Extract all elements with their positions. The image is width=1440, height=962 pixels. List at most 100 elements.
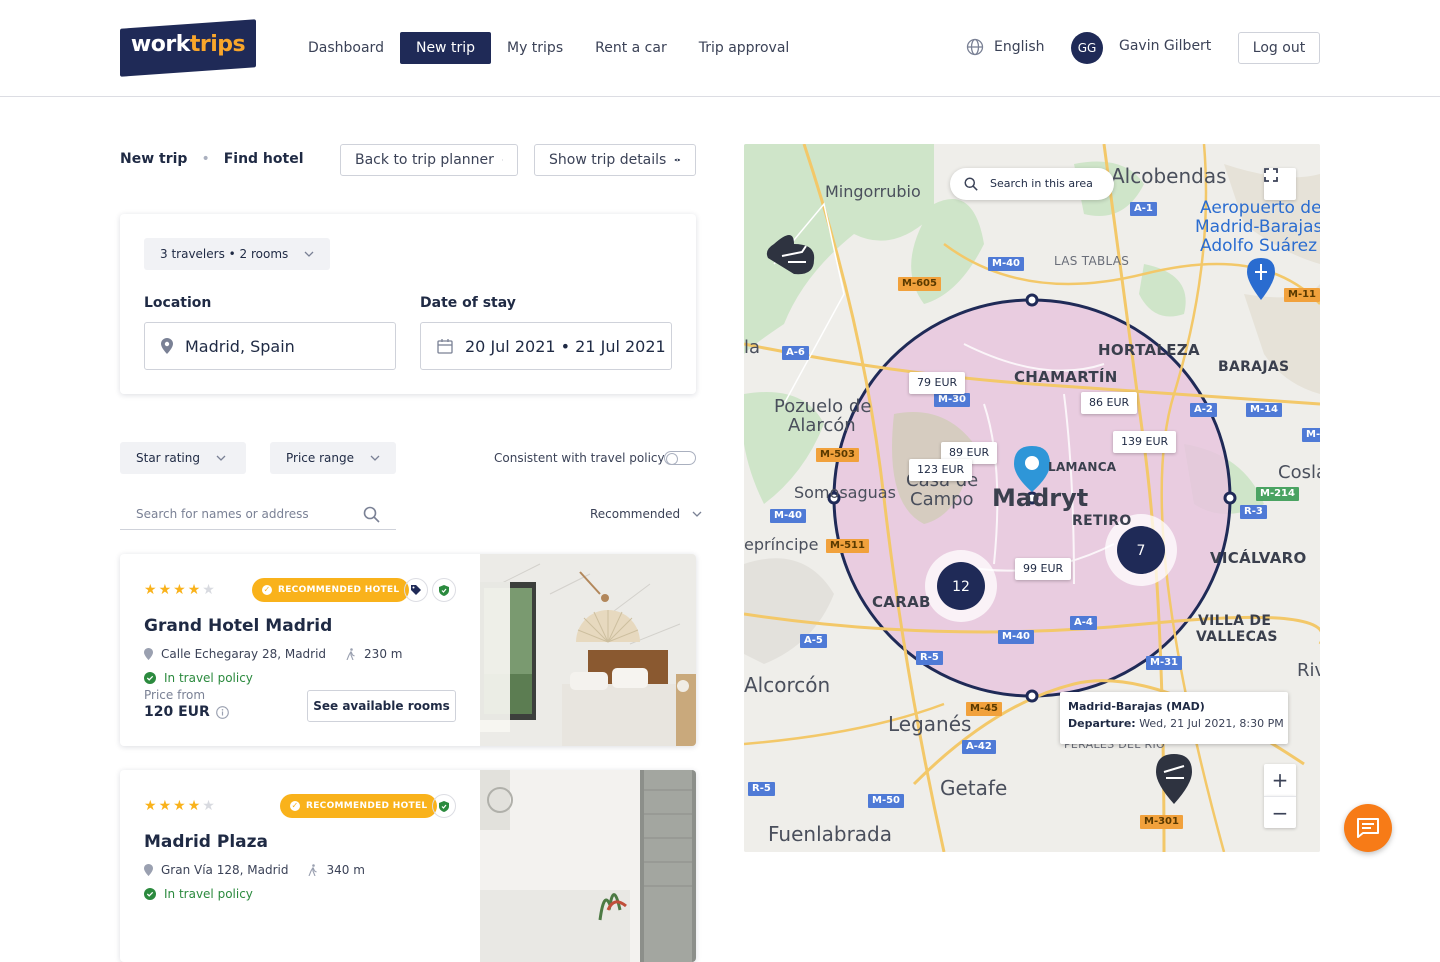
map-label-carabanchel: CARAB — [872, 593, 931, 611]
hotel-cluster-7[interactable]: 7 — [1137, 543, 1146, 559]
price-range-label: Price range — [286, 451, 354, 465]
hotel-map[interactable]: 12 7 Mingorrubio Alcobendas Aeropuerto d… — [744, 144, 1320, 852]
hotel-name[interactable]: Madrid Plaza — [144, 832, 268, 852]
hotel-price-value: 120 EUR — [144, 704, 210, 720]
nav-dashboard[interactable]: Dashboard — [292, 32, 400, 64]
in-travel-policy-status: In travel policy — [144, 887, 253, 901]
price-range-filter[interactable]: Price range — [270, 442, 396, 474]
map-label-getafe: Getafe — [940, 776, 1008, 800]
map-label-salamanca: LAMANCA — [1048, 460, 1117, 474]
fullscreen-button[interactable] — [1264, 168, 1296, 200]
location-value: Madrid, Spain — [185, 336, 295, 356]
nav-rent-a-car[interactable]: Rent a car — [579, 32, 683, 64]
search-this-area-button[interactable]: Search in this area — [950, 168, 1114, 200]
main-nav: Dashboard New trip My trips Rent a car T… — [292, 32, 805, 64]
policy-shield-badge — [432, 794, 456, 818]
map-label-leganes: Leganés — [888, 712, 972, 736]
hotel-search-card: 3 travelers • 2 rooms Location Madrid, S… — [120, 214, 696, 394]
sort-dropdown[interactable]: Recommended — [590, 507, 702, 521]
map-label-vallecas: VALLECAS — [1196, 629, 1278, 645]
map-label-chamartin: CHAMARTÍN — [1014, 368, 1118, 386]
language-selector[interactable]: English — [966, 38, 1045, 56]
hotel-price-marker[interactable]: 139 EUR — [1113, 431, 1177, 453]
worktrips-logo[interactable]: worktrips — [120, 19, 256, 77]
star-icon: ★ — [187, 582, 201, 598]
hotel-photo[interactable] — [480, 554, 696, 746]
in-travel-policy-label: In travel policy — [164, 671, 253, 685]
hotel-address-text: Calle Echegaray 28, Madrid — [161, 647, 327, 661]
travelers-rooms-label: 3 travelers • 2 rooms — [160, 247, 289, 261]
hotel-price-marker[interactable]: 79 EUR — [909, 372, 966, 394]
logo-text-work: work — [130, 32, 190, 57]
recommended-hotel-badge: ✓ RECOMMENDED HOTEL — [252, 578, 410, 602]
zoom-out-button[interactable]: − — [1264, 796, 1296, 828]
logo-text-trips: trips — [189, 32, 246, 57]
map-label-rivas: Riv — [1297, 660, 1320, 681]
zoom-in-button[interactable]: + — [1264, 764, 1296, 796]
chat-button[interactable] — [1344, 804, 1392, 852]
travelers-rooms-dropdown[interactable]: 3 travelers • 2 rooms — [144, 238, 331, 270]
globe-icon — [966, 38, 984, 56]
user-avatar[interactable]: GG — [1071, 32, 1103, 64]
see-available-rooms-button[interactable]: See available rooms — [307, 690, 456, 722]
location-input[interactable]: Madrid, Spain — [144, 322, 396, 370]
road-tag: R-3 — [1240, 505, 1267, 519]
hotel-price-marker[interactable]: 123 EUR — [909, 459, 973, 481]
hotel-price-marker[interactable]: 86 EUR — [1081, 392, 1138, 414]
sort-label: Recommended — [590, 507, 681, 521]
hotel-cluster-12[interactable]: 12 — [952, 579, 970, 595]
departure-label: Departure: — [1068, 717, 1136, 730]
map-label-airport-line2: Madrid-Barajas — [1195, 217, 1320, 237]
star-rating-filter[interactable]: Star rating — [120, 442, 246, 474]
info-icon[interactable] — [215, 705, 229, 719]
check-circle-icon — [144, 672, 156, 684]
travel-policy-toggle-label: Consistent with travel policy — [494, 451, 665, 465]
close-icon — [501, 159, 503, 161]
logout-button[interactable]: Log out — [1238, 32, 1320, 64]
road-tag: M-605 — [898, 277, 941, 291]
breadcrumb-new-trip[interactable]: New trip — [120, 151, 187, 167]
map-label-alcorcon: Alcorcón — [744, 673, 831, 697]
road-tag: M-40 — [988, 257, 1025, 271]
show-trip-details-button[interactable]: Show trip details — [534, 144, 696, 176]
map-label-somosaguas: Somosaguas — [794, 483, 896, 502]
map-label-coslada: Cosla — [1278, 462, 1320, 483]
hotel-price-marker[interactable]: 99 EUR — [1015, 558, 1072, 580]
search-this-area-label: Search in this area — [990, 177, 1093, 190]
back-to-trip-planner-button[interactable]: Back to trip planner — [340, 144, 518, 176]
map-label-campo: Campo — [910, 489, 974, 510]
hotel-name[interactable]: Grand Hotel Madrid — [144, 616, 332, 636]
map-label-airport-line1: Aeropuerto de — [1200, 198, 1320, 218]
hotel-card[interactable]: ★ ★ ★ ★ ★ ✓ RECOMMENDED HOTEL Madrid Plaza G… — [120, 770, 696, 962]
star-rating-label: Star rating — [136, 451, 200, 465]
road-tag: M-40 — [998, 630, 1035, 644]
road-tag: M-11 — [1284, 288, 1320, 302]
hotel-name-search-input[interactable]: Search for names or address — [120, 498, 396, 530]
language-label: English — [994, 39, 1045, 55]
eye-icon — [674, 158, 681, 162]
search-icon[interactable] — [363, 506, 380, 523]
hotel-card[interactable]: ★ ★ ★ ★ ★ ✓ RECOMMENDED HOTEL Grand Hotel Ma… — [120, 554, 696, 746]
nav-my-trips[interactable]: My trips — [491, 32, 579, 64]
user-name[interactable]: Gavin Gilbert — [1119, 38, 1211, 54]
hotel-photo[interactable] — [480, 770, 696, 962]
walking-icon — [308, 864, 318, 876]
map-label-retiro: RETIRO — [1072, 513, 1132, 529]
date-of-stay-input[interactable]: 20 Jul 2021 • 21 Jul 2021 — [420, 322, 672, 370]
chat-icon — [1357, 818, 1379, 838]
nav-new-trip[interactable]: New trip — [399, 32, 491, 64]
star-icon: ★ — [144, 798, 157, 814]
road-tag: M-40 — [770, 509, 807, 523]
star-icon: ★ — [173, 798, 186, 814]
airport-tooltip: Madrid-Barajas (MAD) Departure: Wed, 21 … — [1060, 692, 1288, 744]
map-label-mingorrubio: Mingorrubio — [825, 182, 921, 201]
nav-trip-approval[interactable]: Trip approval — [683, 32, 806, 64]
fullscreen-icon — [1264, 168, 1278, 182]
travel-policy-toggle[interactable] — [664, 451, 696, 465]
hotel-address: Calle Echegaray 28, Madrid 230 m — [144, 647, 402, 661]
map-label-fuenlabrada: Fuenlabrada — [768, 822, 893, 846]
deal-tag-badge — [404, 578, 428, 602]
recommended-hotel-label: RECOMMENDED HOTEL — [306, 801, 428, 811]
road-tag: A-5 — [800, 634, 827, 648]
in-travel-policy-status: In travel policy — [144, 671, 253, 685]
